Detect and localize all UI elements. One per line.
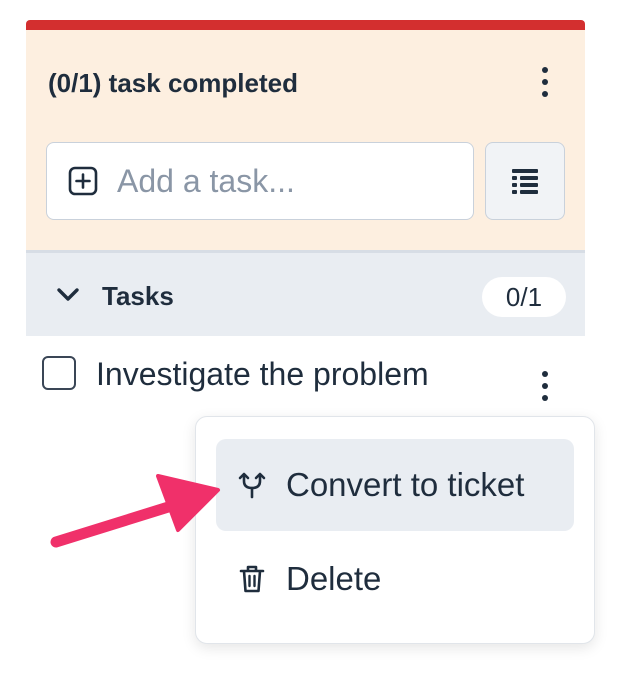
delete-label: Delete [286,560,382,597]
section-title: Tasks [102,281,174,311]
accent-bar [26,20,585,30]
task-header: (0/1) task completed [26,30,585,250]
task-list-button[interactable] [485,142,565,220]
convert-to-ticket-label: Convert to ticket [286,466,525,503]
fork-icon [238,472,266,499]
chevron-down-icon[interactable] [56,283,80,307]
task-item: Investigate the problem [26,336,585,416]
add-task-input[interactable] [117,162,437,200]
list-icon [512,169,538,194]
task-checkbox[interactable] [42,356,76,390]
task-label: Investigate the problem [96,356,429,392]
add-square-icon [68,166,98,196]
convert-to-ticket-menu-item[interactable]: Convert to ticket [216,439,574,531]
add-task-field[interactable] [46,142,474,220]
header-title: (0/1) task completed [48,68,298,98]
trash-icon [239,565,265,593]
tasks-section-header[interactable]: Tasks 0/1 [26,250,585,336]
task-count-badge: 0/1 [482,277,566,317]
header-more-icon[interactable] [530,60,560,104]
delete-menu-item[interactable]: Delete [216,533,574,625]
task-more-icon[interactable] [530,364,560,408]
task-context-menu: Convert to ticket Delete [195,416,595,644]
